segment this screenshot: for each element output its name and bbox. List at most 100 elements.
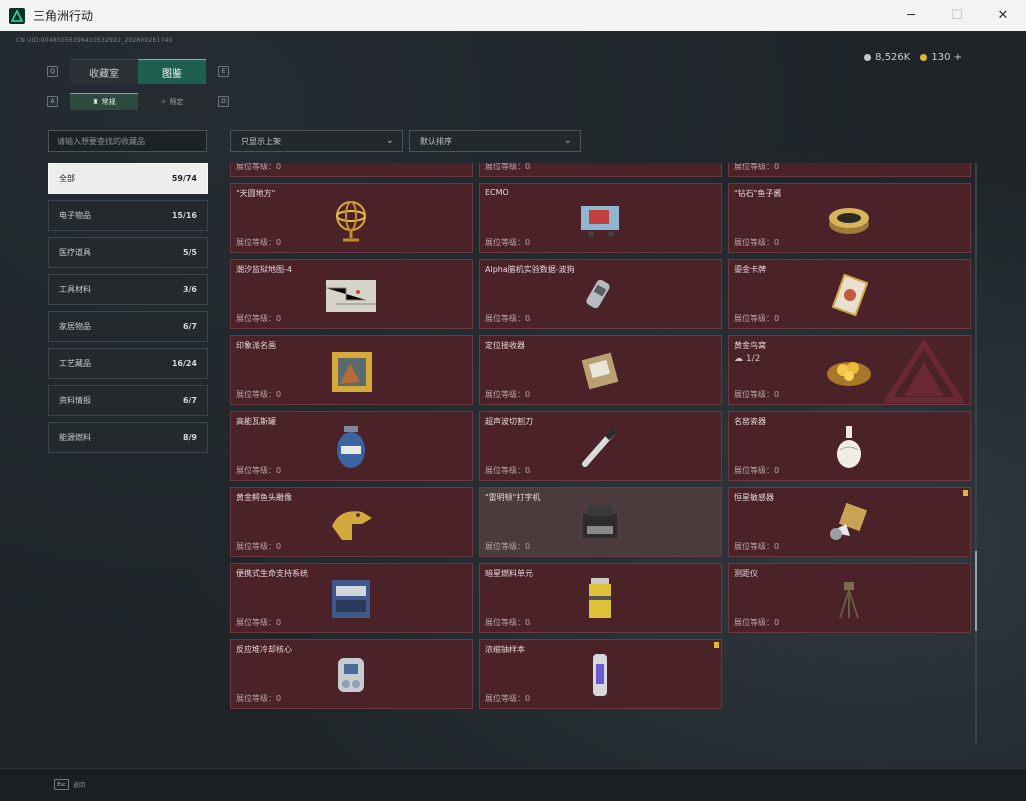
new-marker-icon xyxy=(963,490,968,496)
collection-item-card[interactable]: 暗星燃料单元 展位等级：0 xyxy=(479,563,722,633)
booth-level: 展位等级：0 xyxy=(485,617,530,628)
porcelain-vase-icon xyxy=(824,422,874,472)
collection-item-card[interactable]: Alpha脑机实验数据-波狗 展位等级：0 xyxy=(479,259,722,329)
category-item[interactable]: 全部 59/74 xyxy=(48,163,208,194)
category-item[interactable]: 家居物品 6/7 xyxy=(48,311,208,342)
search-input[interactable]: 请输入想要查找的收藏品 xyxy=(48,130,207,152)
subtab-prev-key[interactable]: A xyxy=(47,96,58,107)
booth-level: 展位等级：0 xyxy=(236,163,281,172)
maximize-button[interactable]: ☐ xyxy=(934,0,980,31)
collection-item-card[interactable]: 名窑瓷器 展位等级：0 xyxy=(728,411,971,481)
collection-item-card[interactable]: 鎏金卡牌 展位等级：0 xyxy=(728,259,971,329)
limited-icon: ✧ xyxy=(160,97,167,106)
minimize-button[interactable]: ─ xyxy=(888,0,934,31)
booth-level-label: 展位等级： xyxy=(485,314,525,323)
close-button[interactable]: ✕ xyxy=(980,0,1026,31)
golden-nest-icon xyxy=(824,346,874,396)
collection-item-card[interactable]: "雷明顿"打字机 展位等级：0 xyxy=(479,487,722,557)
chevron-down-icon: ⌄ xyxy=(385,135,394,146)
booth-level-label: 展位等级： xyxy=(734,542,774,551)
collection-item-card[interactable]: 展位等级：0 xyxy=(479,163,722,177)
category-list: 全部 59/74 电子物品 15/16 医疗道具 5/5 工具材料 3/6 家居物品 6/7 工艺藏… xyxy=(48,163,208,459)
booth-level-label: 展位等级： xyxy=(734,390,774,399)
collection-item-card[interactable]: "天圆地方" 展位等级：0 xyxy=(230,183,473,253)
booth-level: 展位等级：0 xyxy=(485,237,530,248)
receiver-device-icon xyxy=(575,346,625,396)
item-name: "钻石"鱼子酱 xyxy=(734,189,782,198)
collection-item-card[interactable]: 便携式生命支持系统 展位等级：0 xyxy=(230,563,473,633)
item-name: 鎏金卡牌 xyxy=(734,265,766,274)
painting-frame-icon xyxy=(326,346,376,396)
collection-item-card[interactable]: 恒星敏感器 展位等级：0 xyxy=(728,487,971,557)
collection-item-card[interactable]: 定位接收器 展位等级：0 xyxy=(479,335,722,405)
gramophone-icon xyxy=(824,163,874,168)
category-count: 8/9 xyxy=(182,433,197,442)
booth-level: 展位等级：0 xyxy=(236,389,281,400)
category-item[interactable]: 资料情报 6/7 xyxy=(48,385,208,416)
back-button[interactable]: Esc 返回 xyxy=(54,779,85,790)
grid-scrollbar[interactable] xyxy=(975,163,977,745)
category-label: 家居物品 xyxy=(59,322,91,331)
booth-level: 展位等级：0 xyxy=(734,541,779,552)
booth-level-value: 0 xyxy=(774,238,780,247)
booth-level: 展位等级：0 xyxy=(485,465,530,476)
game-area: CN UID:904850563964105329​22_2026092617​… xyxy=(0,31,1026,768)
item-quantity: ☁ 1/2 xyxy=(734,354,760,364)
booth-level-label: 展位等级： xyxy=(485,238,525,247)
booth-level-label: 展位等级： xyxy=(734,314,774,323)
booth-level-label: 展位等级： xyxy=(236,466,276,475)
grid-scrollbar-thumb[interactable] xyxy=(975,551,977,631)
category-item[interactable]: 能源燃料 8/9 xyxy=(48,422,208,453)
category-item[interactable]: 工艺藏品 16/24 xyxy=(48,348,208,379)
gold-coin-icon xyxy=(920,54,928,61)
item-name: Alpha脑机实验数据-波狗 xyxy=(485,265,575,274)
collection-item-card[interactable]: 反应堆冷却核心 展位等级：0 xyxy=(230,639,473,709)
collection-item-card[interactable]: 潮汐监狱地图-4 展位等级：0 xyxy=(230,259,473,329)
booth-level-value: 0 xyxy=(525,694,531,703)
subtab-next-key[interactable]: D xyxy=(218,96,229,107)
item-grid: 展位等级：0 展位等级：0 展位等级：0 "天圆地方" 展位等级：0 ECMO 展位等级：0… xyxy=(230,163,971,709)
window-title: 三角洲行动 xyxy=(33,9,94,23)
item-name: 浓缩铀样本 xyxy=(485,645,525,654)
gold-crocodile-icon xyxy=(326,498,376,548)
booth-level: 展位等级：0 xyxy=(236,617,281,628)
category-count: 3/6 xyxy=(182,285,197,294)
ultrasonic-cutter-icon xyxy=(575,422,625,472)
collection-item-card[interactable]: 浓缩铀样本 展位等级：0 xyxy=(479,639,722,709)
collection-item-card[interactable]: 高能瓦斯罐 展位等级：0 xyxy=(230,411,473,481)
booth-level-value: 0 xyxy=(774,542,780,551)
booth-level-value: 0 xyxy=(774,618,780,627)
category-count: 15/16 xyxy=(171,211,197,220)
shelf-filter-dropdown[interactable]: 只显示上架 ⌄ xyxy=(230,130,403,152)
collection-item-card[interactable]: 超声波切割刀 展位等级：0 xyxy=(479,411,722,481)
booth-level: 展位等级：0 xyxy=(734,163,779,172)
tab-prev-key[interactable]: Q xyxy=(47,66,58,77)
rangefinder-tripod-icon xyxy=(824,574,874,624)
collection-item-card[interactable]: 展位等级：0 xyxy=(728,163,971,177)
collection-item-card[interactable]: 印象派名画 展位等级：0 xyxy=(230,335,473,405)
subtab-limited[interactable]: ✧ 限定 xyxy=(138,93,206,110)
category-label: 电子物品 xyxy=(59,211,91,220)
tab-next-key[interactable]: E xyxy=(218,66,229,77)
category-item[interactable]: 医疗道具 5/5 xyxy=(48,237,208,268)
sub-tabs: A ♜ 常规 ✧ 限定 D xyxy=(47,93,229,110)
collection-item-card[interactable]: "钻石"鱼子酱 展位等级：0 xyxy=(728,183,971,253)
booth-level-value: 0 xyxy=(774,390,780,399)
sort-dropdown[interactable]: 默认排序 ⌄ xyxy=(409,130,581,152)
collection-item-card[interactable]: 黄金鳄鱼头雕像 展位等级：0 xyxy=(230,487,473,557)
booth-level-value: 0 xyxy=(774,163,780,171)
category-item[interactable]: 工具材料 3/6 xyxy=(48,274,208,305)
booth-level-value: 0 xyxy=(525,163,531,171)
collection-item-card[interactable]: 测距仪 展位等级：0 xyxy=(728,563,971,633)
booth-level: 展位等级：0 xyxy=(485,541,530,552)
collection-item-card[interactable]: ECMO 展位等级：0 xyxy=(479,183,722,253)
booth-level-label: 展位等级： xyxy=(734,618,774,627)
tab-collection-room[interactable]: 收藏室 xyxy=(70,59,138,84)
currency-gold[interactable]: 130 + xyxy=(920,52,962,63)
subtab-regular[interactable]: ♜ 常规 xyxy=(70,93,138,110)
booth-level: 展位等级：0 xyxy=(734,465,779,476)
collection-item-card[interactable]: 黄金鸟窝 ☁ 1/2 展位等级：0 xyxy=(728,335,971,405)
collection-item-card[interactable]: 展位等级：0 xyxy=(230,163,473,177)
tab-catalog[interactable]: 图鉴 xyxy=(138,59,206,84)
category-item[interactable]: 电子物品 15/16 xyxy=(48,200,208,231)
